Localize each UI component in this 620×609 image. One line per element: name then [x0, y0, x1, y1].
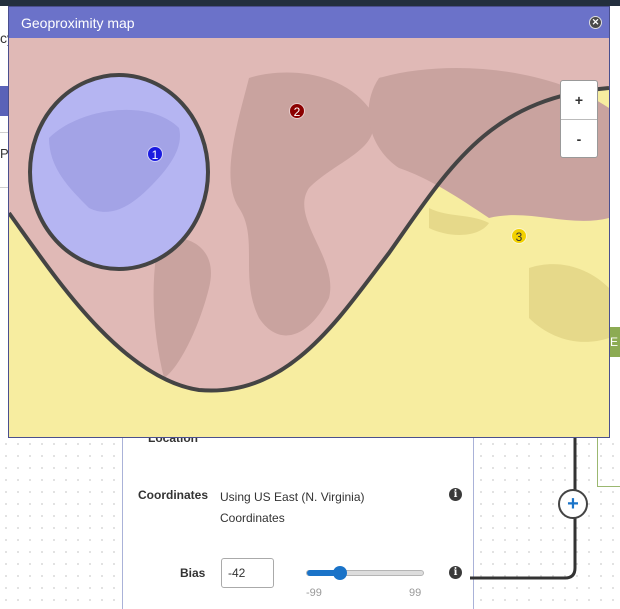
add-rule-button[interactable]: + — [558, 489, 588, 519]
bias-slider-thumb[interactable] — [333, 566, 347, 580]
map[interactable]: 1 2 3 + - — [9, 38, 609, 437]
zoom-control: + - — [560, 80, 598, 158]
zoom-out-button[interactable]: - — [561, 120, 597, 158]
marker-1[interactable]: 1 — [147, 146, 163, 162]
marker-3[interactable]: 3 — [511, 228, 527, 244]
bias-max-label: 99 — [409, 587, 422, 599]
dialog-header: Geoproximity map ✕ — [9, 7, 609, 39]
marker-2[interactable]: 2 — [289, 103, 305, 119]
dialog-title: Geoproximity map — [21, 15, 135, 31]
info-icon[interactable]: i — [449, 488, 462, 501]
bias-min-label: -99 — [306, 587, 322, 599]
bias-slider-track[interactable] — [306, 570, 424, 576]
info-icon[interactable]: i — [449, 566, 462, 579]
bias-input[interactable] — [221, 558, 274, 588]
geoproximity-map-dialog: Geoproximity map ✕ 1 2 3 + - — [8, 6, 610, 438]
coordinates-label: Coordinates — [138, 488, 209, 502]
coordinates-value: Using US East (N. Virginia) Coordinates — [220, 490, 365, 525]
canvas-grid — [0, 438, 122, 609]
zoom-in-button[interactable]: + — [561, 81, 597, 120]
close-icon[interactable]: ✕ — [589, 16, 602, 29]
page: cy P E Location Coordinates Using US Eas… — [0, 0, 620, 609]
bias-label: Bias — [180, 566, 206, 580]
